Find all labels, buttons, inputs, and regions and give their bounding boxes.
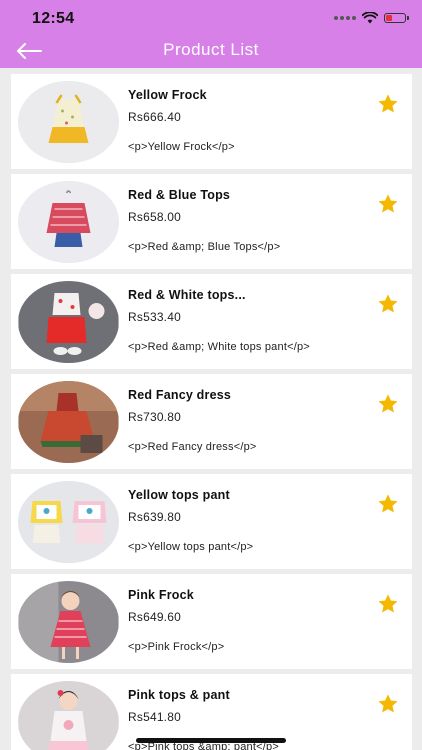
status-time: 12:54 bbox=[32, 10, 75, 27]
nav-bar: Product List bbox=[0, 36, 422, 68]
product-card[interactable]: Yellow Frock Rs666.40 <p>Yellow Frock</p… bbox=[11, 74, 412, 169]
star-icon[interactable] bbox=[377, 393, 399, 415]
product-card[interactable]: Pink Frock Rs649.60 <p>Pink Frock</p> bbox=[11, 574, 412, 669]
product-name: Pink Frock bbox=[128, 588, 194, 602]
product-image bbox=[18, 681, 119, 750]
product-description: <p>Red Fancy dress</p> bbox=[128, 441, 257, 453]
product-description: <p>Pink Frock</p> bbox=[128, 641, 225, 653]
product-price: Rs533.40 bbox=[128, 310, 181, 324]
status-bar: 12:54 bbox=[0, 0, 422, 36]
star-icon[interactable] bbox=[377, 193, 399, 215]
product-name: Yellow tops pant bbox=[128, 488, 230, 502]
product-name: Red & Blue Tops bbox=[128, 188, 231, 202]
product-image bbox=[18, 581, 119, 663]
wifi-icon bbox=[362, 12, 378, 24]
product-image bbox=[18, 181, 119, 263]
home-indicator[interactable] bbox=[136, 738, 286, 743]
product-name: Yellow Frock bbox=[128, 88, 207, 102]
battery-icon bbox=[384, 13, 409, 23]
product-price: Rs730.80 bbox=[128, 410, 181, 424]
product-card[interactable]: Red & White tops... Rs533.40 <p>Red &amp… bbox=[11, 274, 412, 369]
star-icon[interactable] bbox=[377, 93, 399, 115]
product-price: Rs658.00 bbox=[128, 210, 181, 224]
product-card[interactable]: Red Fancy dress Rs730.80 <p>Red Fancy dr… bbox=[11, 374, 412, 469]
product-price: Rs666.40 bbox=[128, 110, 181, 124]
page-title: Product List bbox=[163, 40, 259, 59]
product-description: <p>Yellow tops pant</p> bbox=[128, 541, 254, 553]
product-description: <p>Red &amp; White tops pant</p> bbox=[128, 341, 310, 353]
product-description: <p>Yellow Frock</p> bbox=[128, 141, 235, 153]
product-image bbox=[18, 81, 119, 163]
status-icons bbox=[334, 12, 409, 24]
star-icon[interactable] bbox=[377, 593, 399, 615]
product-name: Red & White tops... bbox=[128, 288, 246, 302]
star-icon[interactable] bbox=[377, 493, 399, 515]
product-image bbox=[18, 481, 119, 563]
star-icon[interactable] bbox=[377, 693, 399, 715]
star-icon[interactable] bbox=[377, 293, 399, 315]
product-image bbox=[18, 381, 119, 463]
product-image bbox=[18, 281, 119, 363]
product-description: <p>Red &amp; Blue Tops</p> bbox=[128, 241, 281, 253]
product-price: Rs541.80 bbox=[128, 710, 181, 724]
cellular-signal-icon bbox=[334, 16, 356, 20]
product-list: Yellow Frock Rs666.40 <p>Yellow Frock</p… bbox=[11, 74, 412, 750]
product-list-screen: 12:54 Product List Yellow Frock Rs666.40… bbox=[0, 0, 422, 750]
product-card[interactable]: Red & Blue Tops Rs658.00 <p>Red &amp; Bl… bbox=[11, 174, 412, 269]
product-card[interactable]: Yellow tops pant Rs639.80 <p>Yellow tops… bbox=[11, 474, 412, 569]
product-price: Rs649.60 bbox=[128, 610, 181, 624]
product-name: Pink tops & pant bbox=[128, 688, 230, 702]
product-name: Red Fancy dress bbox=[128, 388, 232, 402]
product-price: Rs639.80 bbox=[128, 510, 181, 524]
